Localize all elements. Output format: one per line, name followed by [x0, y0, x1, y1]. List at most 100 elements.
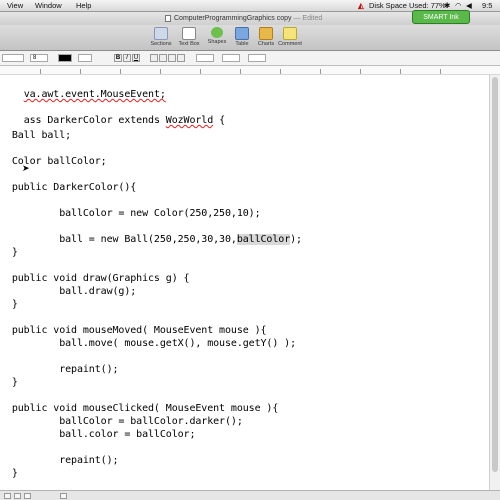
layout-toggle-button[interactable]	[4, 493, 11, 499]
shapes-label: Shapes	[207, 39, 227, 45]
sections-label: Sections	[150, 41, 172, 47]
document-icon[interactable]	[165, 15, 171, 22]
format-bar: 8 B I U	[0, 51, 500, 66]
spell-error-word[interactable]: WozWorld	[166, 115, 213, 126]
table-label: Table	[235, 41, 249, 47]
vertical-scrollbar[interactable]	[489, 75, 500, 490]
text-box-button[interactable]: Text Box	[175, 27, 203, 47]
code-text: repaint();	[0, 455, 119, 466]
code-line[interactable]: repaint();	[0, 455, 118, 466]
comment-icon	[283, 27, 297, 40]
document-body[interactable]: va.awt.event.MouseEvent; ass DarkerColor…	[0, 75, 490, 490]
font-size-value: 8	[33, 55, 37, 61]
menu-help[interactable]: Help	[76, 1, 91, 10]
code-line[interactable]: ball.color = ballColor;	[0, 429, 195, 440]
adobe-icon[interactable]: ◭	[358, 1, 364, 10]
wifi-icon[interactable]: ◠	[455, 1, 462, 10]
edited-label: — Edited	[293, 15, 323, 22]
code-text: }	[0, 468, 18, 479]
volume-icon[interactable]: ◀	[466, 1, 472, 10]
text-box-label: Text Box	[178, 41, 200, 47]
zoom-in-button[interactable]	[24, 493, 31, 499]
code-text: ball.draw(g);	[0, 286, 137, 297]
bold-button[interactable]: B	[114, 54, 122, 62]
align-left-button[interactable]	[150, 54, 158, 62]
code-text: public void draw(Graphics g) {	[0, 273, 190, 284]
bold-label: B	[115, 55, 121, 61]
page-nav-button[interactable]	[60, 493, 67, 499]
align-right-button[interactable]	[168, 54, 176, 62]
menu-window[interactable]: Window	[35, 1, 62, 10]
code-text: ball.move( mouse.getX(), mouse.getY() );	[0, 338, 297, 349]
code-text: public void mouseMoved( MouseEvent mouse…	[0, 325, 267, 336]
align-center-button[interactable]	[159, 54, 167, 62]
code-line[interactable]: ballColor = new Color(250,250,10);	[0, 208, 261, 219]
code-text: ball = new Ball(250,250,30,30,ballColor)…	[0, 234, 302, 245]
comment-label: Comment	[278, 41, 302, 47]
code-line[interactable]: }	[0, 299, 18, 310]
code-text: ass DarkerColor extends WozWorld {	[23, 115, 225, 126]
disk-space-status[interactable]: Disk Space Used: 77%	[369, 1, 446, 10]
shapes-icon	[211, 27, 223, 38]
toolbar: Sections Text Box Shapes Table Charts Co…	[0, 25, 500, 51]
code-line[interactable]: ballColor = ballColor.darker();	[0, 416, 243, 427]
text-box-icon	[182, 27, 196, 40]
line-spacing-dropdown[interactable]	[196, 54, 214, 62]
mouse-pointer-icon: ➤	[22, 163, 30, 173]
underline-label: U	[133, 55, 139, 61]
code-line[interactable]: ball.draw(g);	[0, 286, 136, 297]
shapes-button[interactable]: Shapes	[203, 27, 231, 45]
code-line[interactable]: Ball ball;	[0, 130, 71, 141]
window-title: ComputerProgrammingGraphics copy — Edite…	[174, 15, 322, 22]
sections-button[interactable]: Sections	[147, 27, 175, 47]
code-line[interactable]: }	[0, 377, 18, 388]
zoom-out-button[interactable]	[14, 493, 21, 499]
sections-icon	[154, 27, 168, 40]
list-dropdown[interactable]	[222, 54, 240, 62]
charts-icon	[259, 27, 273, 40]
code-line[interactable]: }	[0, 247, 18, 258]
code-text: public void mouseClicked( MouseEvent mou…	[0, 403, 279, 414]
highlight-color-swatch[interactable]	[78, 54, 92, 62]
code-line[interactable]: Color ballColor;	[0, 156, 107, 167]
ruler[interactable]	[0, 66, 500, 75]
code-text: ball.color = ballColor;	[0, 429, 196, 440]
text-color-swatch[interactable]	[58, 54, 72, 62]
clock[interactable]: 9:5	[482, 1, 492, 10]
code-line[interactable]: public void mouseMoved( MouseEvent mouse…	[0, 325, 267, 336]
code-line[interactable]: public DarkerColor(){	[0, 182, 136, 193]
smart-ink-button[interactable]: SMART Ink	[412, 10, 470, 24]
code-line[interactable]: ball = new Ball(250,250,30,30,ballColor)…	[0, 234, 302, 245]
code-text: ballColor = new Color(250,250,10);	[0, 208, 261, 219]
code-text: va.awt.event.MouseEvent;	[23, 89, 166, 100]
code-text: }	[0, 377, 18, 388]
code-line[interactable]: repaint();	[0, 364, 118, 375]
code-line[interactable]: public void mouseClicked( MouseEvent mou…	[0, 403, 279, 414]
scroll-thumb[interactable]	[492, 77, 498, 472]
italic-button[interactable]: I	[123, 54, 131, 62]
menu-view[interactable]: View	[7, 1, 23, 10]
code-text: }	[0, 247, 18, 258]
code-text: ballColor = ballColor.darker();	[0, 416, 243, 427]
style-dropdown[interactable]	[2, 54, 24, 62]
underline-button[interactable]: U	[132, 54, 140, 62]
code-text: repaint();	[0, 364, 119, 375]
code-line[interactable]: public void draw(Graphics g) {	[0, 273, 190, 284]
code-line[interactable]: ball.move( mouse.getX(), mouse.getY() );	[0, 338, 296, 349]
bluetooth-icon[interactable]: ✱	[444, 1, 450, 10]
text-selection[interactable]: ballColor	[236, 234, 290, 245]
document-title: ComputerProgrammingGraphics copy	[174, 15, 292, 22]
code-text: public DarkerColor(){	[0, 182, 137, 193]
smart-ink-label: SMART Ink	[423, 14, 459, 21]
bottom-status-bar	[0, 490, 500, 500]
code-line[interactable]: }	[0, 468, 18, 479]
code-text: Color ballColor;	[0, 156, 107, 167]
code-text: }	[0, 299, 18, 310]
code-text: Ball ball;	[0, 130, 72, 141]
columns-dropdown[interactable]	[248, 54, 266, 62]
justify-button[interactable]	[177, 54, 185, 62]
comment-button[interactable]: Comment	[276, 27, 304, 47]
table-icon	[235, 27, 249, 40]
charts-label: Charts	[257, 41, 275, 47]
font-size-field[interactable]: 8	[30, 54, 48, 62]
